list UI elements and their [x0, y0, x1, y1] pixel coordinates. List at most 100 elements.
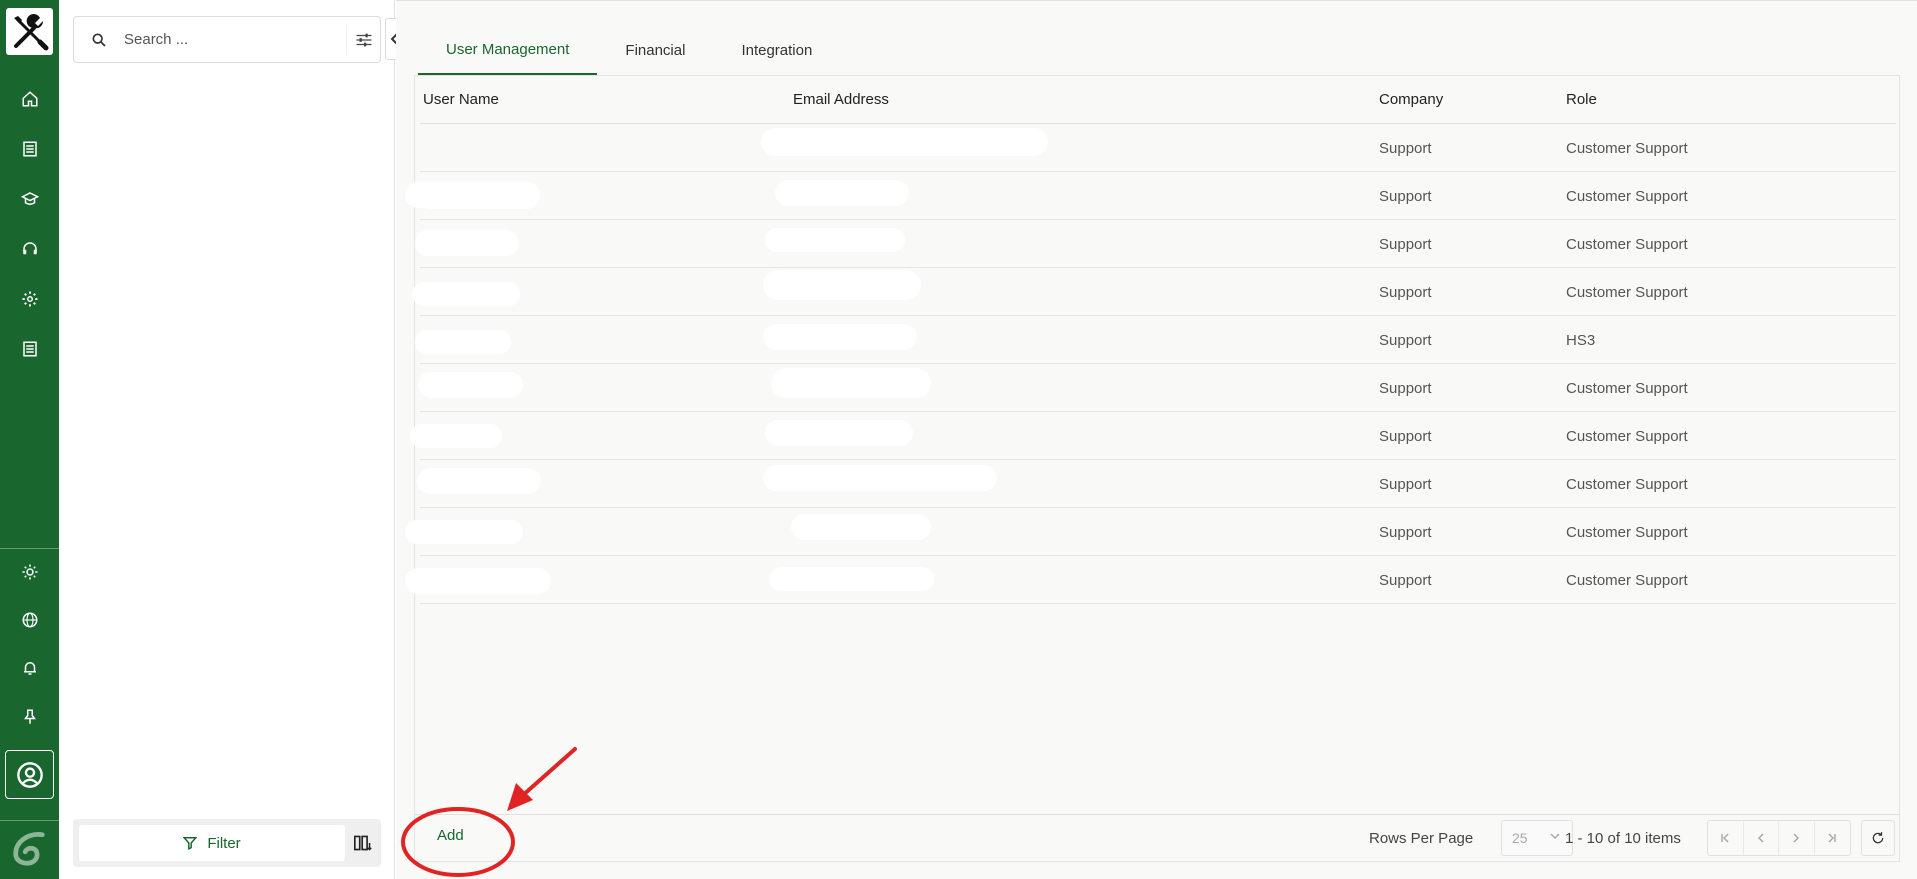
- redacted-email: [765, 420, 913, 446]
- column-header-email[interactable]: Email Address: [793, 91, 889, 108]
- tab-bar: User Management Financial Integration: [418, 25, 840, 75]
- redacted-user-name: [412, 282, 520, 306]
- graduation-cap-icon: [20, 192, 39, 205]
- table-row[interactable]: Support Customer Support: [420, 508, 1896, 556]
- redacted-email: [763, 465, 997, 491]
- brand-logo: [8, 827, 50, 869]
- brand-leaf-icon: [13, 832, 45, 866]
- columns-icon: [354, 835, 372, 851]
- chevron-down-icon: [1550, 833, 1560, 840]
- users-table: User Name Email Address Company Role Sup…: [405, 75, 1900, 862]
- cell-role: Customer Support: [1566, 475, 1688, 493]
- tab-financial[interactable]: Financial: [597, 25, 713, 75]
- redacted-user-name: [415, 230, 519, 256]
- next-page-button[interactable]: [1779, 821, 1815, 855]
- rows-per-page-label: Rows Per Page: [1369, 830, 1474, 847]
- document-icon: [22, 341, 37, 357]
- refresh-button[interactable]: [1861, 820, 1895, 856]
- previous-page-button[interactable]: [1744, 821, 1779, 855]
- side-panel: Filter: [59, 0, 404, 879]
- nav-rail: [0, 0, 59, 879]
- redacted-email: [763, 324, 917, 350]
- search-input[interactable]: [124, 31, 346, 48]
- tab-integration[interactable]: Integration: [713, 25, 840, 75]
- table-row[interactable]: Support Customer Support: [420, 220, 1896, 268]
- cell-company: Support: [1379, 139, 1432, 157]
- column-header-role[interactable]: Role: [1566, 91, 1597, 108]
- chevron-right-icon: [1793, 833, 1800, 843]
- profile-button[interactable]: [5, 750, 54, 799]
- nav-language[interactable]: [0, 600, 59, 640]
- table-row[interactable]: Support Customer Support: [420, 124, 1896, 172]
- tab-user-management[interactable]: User Management: [418, 25, 598, 75]
- redacted-email: [769, 567, 934, 591]
- nav-documents[interactable]: [0, 329, 59, 369]
- rail-divider: [0, 548, 59, 549]
- cell-role: Customer Support: [1566, 283, 1688, 301]
- table-row[interactable]: Support HS3: [420, 316, 1896, 364]
- table-row[interactable]: Support Customer Support: [420, 556, 1896, 604]
- nav-notifications[interactable]: [0, 648, 59, 688]
- rows-per-page-select[interactable]: 25: [1501, 820, 1573, 856]
- sun-icon: [22, 564, 37, 580]
- column-header-user-name[interactable]: User Name: [423, 91, 499, 108]
- cell-company: Support: [1379, 475, 1432, 493]
- cell-role: HS3: [1566, 331, 1596, 349]
- cell-role: Customer Support: [1566, 235, 1688, 253]
- search-icon: [74, 32, 124, 48]
- globe-icon: [22, 612, 37, 628]
- table-row[interactable]: Support Customer Support: [420, 412, 1896, 460]
- refresh-icon: [1872, 832, 1884, 844]
- nav-training[interactable]: [0, 179, 59, 219]
- table-footer: Add Rows Per Page 25 1 - 10 of 10 items: [415, 814, 1899, 862]
- redacted-user-name: [410, 424, 502, 448]
- bell-icon: [23, 662, 36, 675]
- filter-button[interactable]: Filter: [79, 825, 345, 861]
- redacted-email: [771, 368, 931, 398]
- pin-icon: [23, 709, 36, 724]
- redacted-user-name: [417, 185, 539, 209]
- nav-pin[interactable]: [0, 697, 59, 737]
- main-content: User Management Financial Integration Us…: [396, 0, 1917, 879]
- redacted-email: [765, 228, 905, 252]
- cell-role: Customer Support: [1566, 571, 1688, 589]
- redacted-user-name: [415, 330, 511, 354]
- table-row[interactable]: Support Customer Support: [420, 460, 1896, 508]
- cell-company: Support: [1379, 523, 1432, 541]
- cell-company: Support: [1379, 427, 1432, 445]
- table-row[interactable]: Support Customer Support: [420, 172, 1896, 220]
- cell-company: Support: [1379, 283, 1432, 301]
- headset-icon: [22, 242, 37, 255]
- redacted-user-name: [405, 568, 551, 594]
- columns-button[interactable]: [348, 827, 378, 859]
- add-button[interactable]: Add: [437, 827, 464, 844]
- cell-company: Support: [1379, 379, 1432, 397]
- filter-bar: Filter: [73, 819, 381, 867]
- first-page-button[interactable]: [1708, 821, 1744, 855]
- filter-icon: [183, 837, 198, 850]
- nav-list[interactable]: [0, 129, 59, 169]
- search-box: [73, 16, 381, 63]
- tools-icon: [13, 13, 48, 50]
- pagination-controls: [1707, 820, 1851, 856]
- nav-settings[interactable]: [0, 279, 59, 319]
- nav-theme[interactable]: [0, 552, 59, 592]
- user-circle-icon: [16, 761, 43, 788]
- cell-role: Customer Support: [1566, 139, 1688, 157]
- app-logo[interactable]: [6, 8, 53, 55]
- search-options-button[interactable]: [346, 24, 380, 55]
- cell-company: Support: [1379, 571, 1432, 589]
- table-row[interactable]: Support Customer Support: [420, 268, 1896, 316]
- cell-role: Customer Support: [1566, 379, 1688, 397]
- redacted-email: [763, 270, 921, 300]
- redacted-email: [791, 514, 931, 540]
- nav-support[interactable]: [0, 229, 59, 269]
- last-page-button[interactable]: [1815, 821, 1850, 855]
- redacted-user-name: [418, 372, 523, 398]
- column-header-company[interactable]: Company: [1379, 91, 1443, 108]
- cell-company: Support: [1379, 235, 1432, 253]
- rail-divider: [0, 820, 59, 821]
- home-icon: [22, 91, 37, 107]
- table-row[interactable]: Support Customer Support: [420, 364, 1896, 412]
- nav-home[interactable]: [0, 79, 59, 119]
